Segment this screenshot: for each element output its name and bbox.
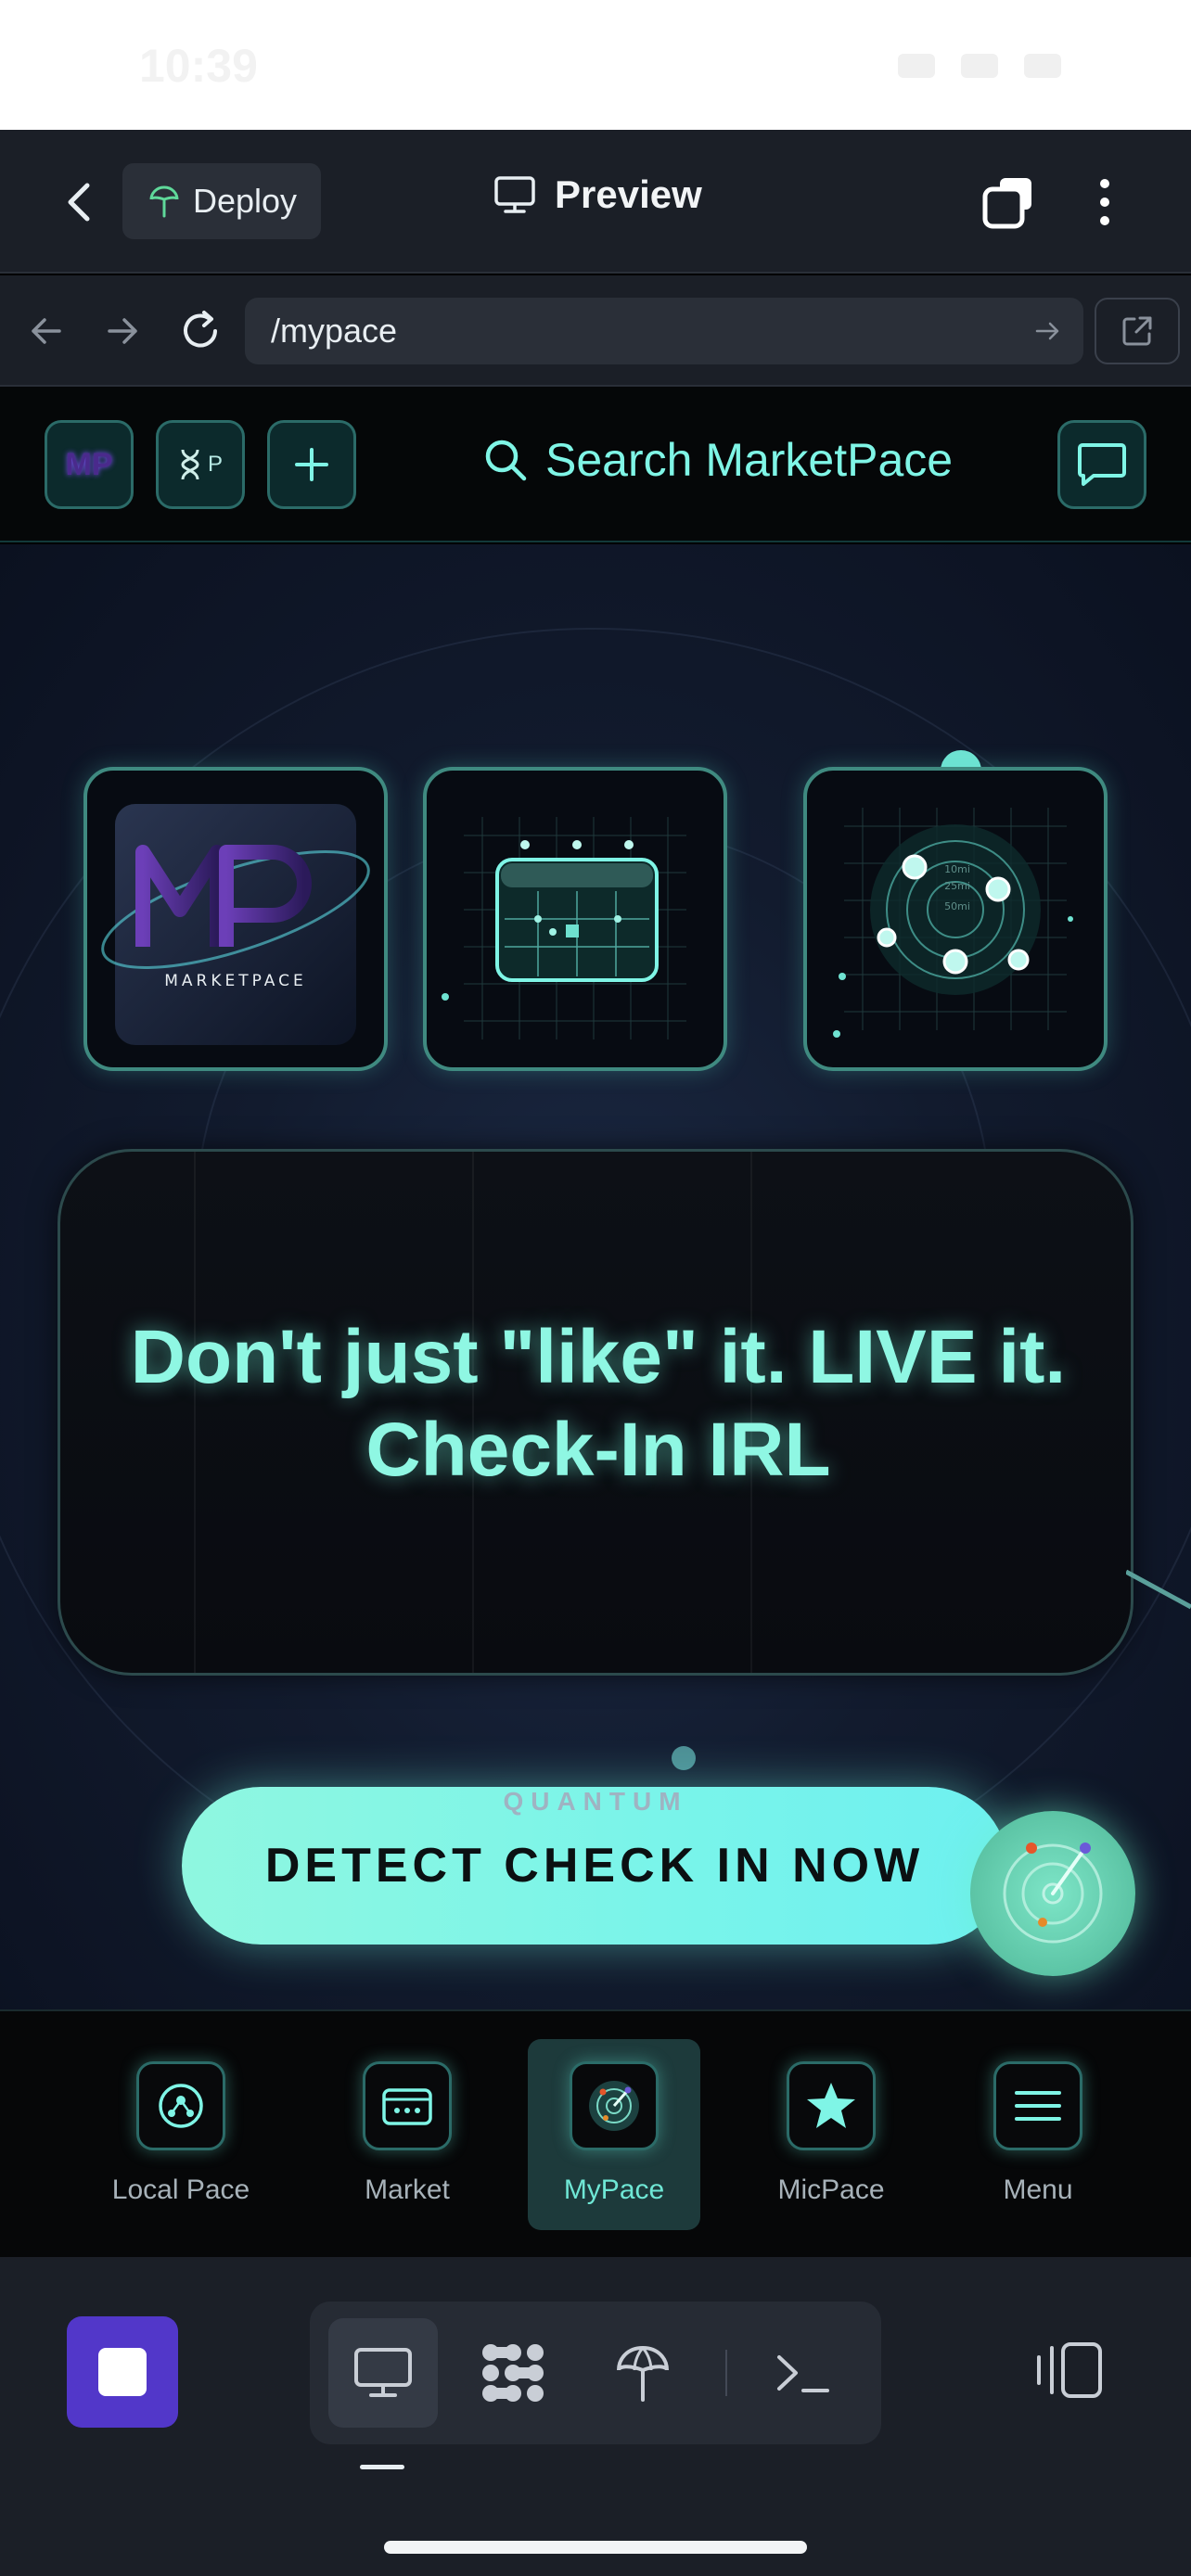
go-arrow-icon[interactable] (1033, 316, 1063, 346)
marketpace-logo-icon: MARKETPACE (101, 804, 370, 1045)
search-label: Search MarketPace (545, 434, 954, 486)
calendar-icon (442, 817, 686, 1039)
app-bottom-nav: Local Pace Market MyPace MicPace Menu (0, 2009, 1191, 2257)
nav-item-menu[interactable]: Menu (952, 2039, 1124, 2230)
hamburger-icon (993, 2061, 1082, 2150)
replit-toolbar (0, 2257, 1191, 2576)
add-button[interactable] (267, 420, 356, 509)
deploy-icon (149, 185, 179, 218)
profile-switch-button[interactable]: P (156, 420, 245, 509)
battery-icon (1024, 54, 1061, 78)
nav-item-micpace[interactable]: MicPace (745, 2039, 917, 2230)
search-bar[interactable]: Search MarketPace (482, 433, 953, 487)
wifi-icon (961, 54, 998, 78)
stop-icon (98, 2348, 147, 2396)
preview-label: Preview (555, 172, 702, 216)
radar-label-1: 10mi (944, 863, 970, 875)
messages-button[interactable] (1057, 420, 1146, 509)
grid-pattern-icon (482, 2344, 544, 2402)
deploy-tool-button[interactable] (588, 2318, 698, 2428)
status-time: 10:39 (139, 40, 258, 92)
replit-topbar: Deploy Preview (0, 130, 1191, 274)
url-value: /mypace (271, 312, 398, 350)
marketpace-wordmark: MARKETPACE (164, 972, 307, 990)
calendar-tile[interactable] (423, 767, 727, 1071)
radar-scan-button[interactable] (970, 1811, 1135, 1976)
shell-tool-button[interactable] (748, 2318, 857, 2428)
status-bar: 10:39 (0, 0, 1191, 130)
toolbar-divider (725, 2350, 727, 2396)
plus-icon (295, 448, 328, 481)
nav-item-local-pace[interactable]: Local Pace (95, 2039, 267, 2230)
decor-line (1126, 1569, 1191, 1610)
signal-icon (898, 54, 935, 78)
radar-sweep-icon (1003, 1843, 1103, 1944)
cta-label: DETECT CHECK IN NOW (264, 1839, 925, 1893)
radar-map-icon: 10mi 25mi 50mi (833, 808, 1073, 1038)
radar-icon (570, 2061, 659, 2150)
stop-button[interactable] (67, 2316, 178, 2428)
tabs-icon[interactable] (981, 174, 1037, 230)
tagline-banner: Don't just "like" it. LIVE it. Check-In … (58, 1149, 1133, 1676)
marketpace-logo-tile[interactable]: MARKETPACE (83, 767, 388, 1071)
open-external-button[interactable] (1095, 298, 1180, 364)
nav-item-mypace[interactable]: MyPace (528, 2039, 700, 2230)
browser-back-icon[interactable] (22, 307, 70, 355)
star-icon (787, 2061, 876, 2150)
deploy-icon (617, 2345, 669, 2402)
back-icon[interactable] (56, 176, 108, 228)
nav-label-menu: Menu (1003, 2174, 1073, 2205)
nav-item-market[interactable]: Market (321, 2039, 493, 2230)
logo-button[interactable]: MP (45, 420, 134, 509)
dna-icon (181, 449, 199, 480)
radar-tile[interactable]: 10mi 25mi 50mi (803, 767, 1108, 1071)
profile-badge-text: P (207, 452, 223, 477)
nav-label-local-pace: Local Pace (111, 2174, 250, 2205)
carousel-dot[interactable] (672, 1746, 696, 1770)
deploy-label: Deploy (193, 182, 298, 220)
app-header: MP P Search MarketPace (0, 387, 1191, 542)
nav-label-market: Market (365, 2174, 450, 2205)
community-icon (136, 2061, 225, 2150)
monitor-icon (354, 2348, 412, 2397)
reload-icon[interactable] (176, 307, 224, 355)
hero-section: MARKETPACE 10mi 25mi 50mi Don't just "li… (0, 544, 1191, 2009)
nav-label-mypace: MyPace (563, 2174, 665, 2205)
status-icons (898, 54, 1061, 78)
tagline-text: Don't just "like" it. LIVE it. Check-In … (130, 1315, 1067, 1492)
home-indicator[interactable] (384, 2541, 807, 2554)
nav-label-micpace: MicPace (777, 2174, 885, 2205)
active-tab-indicator (360, 2465, 404, 2469)
search-icon (485, 440, 527, 481)
split-view-icon[interactable] (1031, 2339, 1106, 2402)
preview-title: Preview (493, 172, 702, 217)
chat-icon (1078, 443, 1126, 486)
logo-text: MP (65, 446, 113, 482)
monitor-icon (494, 176, 535, 213)
radar-label-2: 25mi (944, 880, 970, 892)
external-link-icon (1122, 316, 1152, 346)
packages-tool-button[interactable] (458, 2318, 568, 2428)
more-options-icon[interactable] (1091, 174, 1119, 230)
terminal-icon (777, 2355, 829, 2392)
preview-tool-button[interactable] (328, 2318, 438, 2428)
tool-switcher (310, 2302, 881, 2444)
url-bar: /mypace (0, 275, 1191, 387)
store-icon (363, 2061, 452, 2150)
url-input[interactable]: /mypace (245, 298, 1083, 364)
deploy-button[interactable]: Deploy (122, 163, 321, 239)
radar-label-3: 50mi (944, 900, 970, 912)
browser-forward-icon[interactable] (98, 307, 147, 355)
